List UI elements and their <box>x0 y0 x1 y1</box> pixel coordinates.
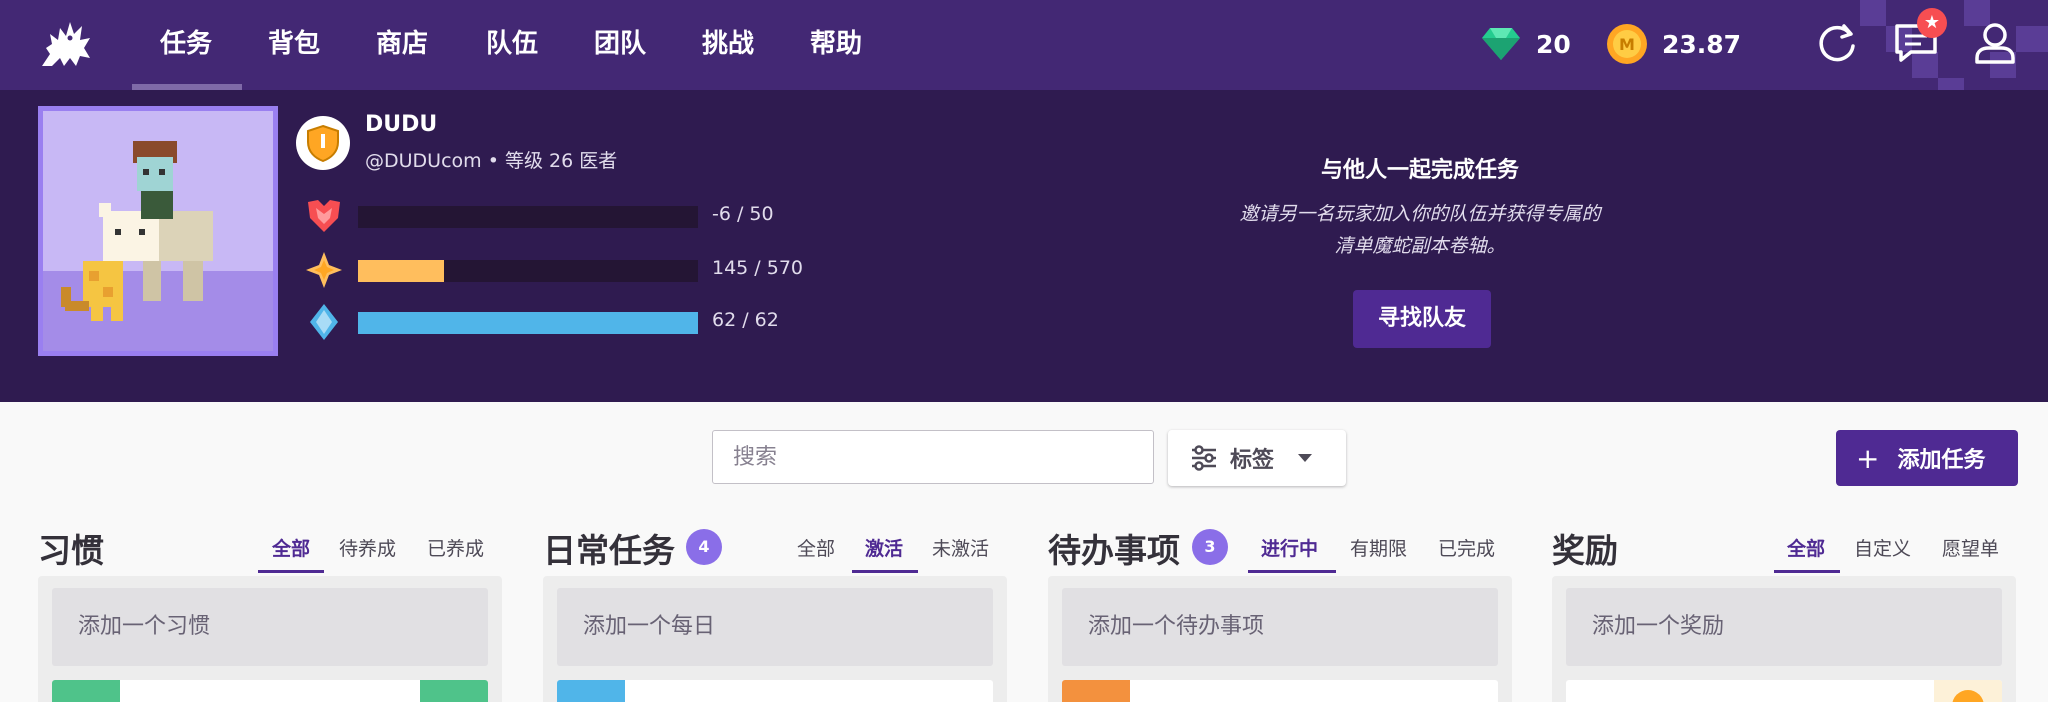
nav-pixel-decoration <box>1938 78 1964 90</box>
avatar[interactable] <box>38 106 278 356</box>
habits-title: 习惯 <box>38 531 104 570</box>
add-task-button[interactable]: + 添加任务 <box>1836 430 2018 486</box>
dailies-tab-due[interactable]: 激活 <box>865 534 903 561</box>
gem-counter[interactable]: 20 <box>1480 26 1571 62</box>
dailies-tab-not-due[interactable]: 未激活 <box>932 534 989 561</box>
nav-guilds[interactable]: 团队 <box>594 26 646 62</box>
experience-bar <box>358 260 698 282</box>
avatar-sprite-icon <box>61 141 213 321</box>
habits-tab-indicator <box>258 570 324 573</box>
sync-icon[interactable] <box>1814 20 1860 66</box>
experience-fill <box>358 260 445 282</box>
user-icon[interactable] <box>1972 20 2018 66</box>
experience-star-icon <box>306 252 342 288</box>
habits-tab-weak[interactable]: 待养成 <box>339 534 396 561</box>
nav-party[interactable]: 队伍 <box>486 26 538 62</box>
rewards-tab-indicator <box>1774 570 1840 573</box>
nav-inventory[interactable]: 背包 <box>268 26 320 62</box>
habit-minus-control[interactable] <box>52 680 120 702</box>
rewards-tab-wishlist[interactable]: 愿望单 <box>1942 534 1999 561</box>
gold-coin-icon <box>1952 690 1984 702</box>
todos-count-badge: 3 <box>1192 529 1228 565</box>
add-habit-input[interactable]: 添加一个习惯 <box>52 588 488 666</box>
username: DUDU <box>365 112 438 137</box>
filter-sliders-icon <box>1192 445 1216 471</box>
nav-shops[interactable]: 商店 <box>376 26 428 62</box>
habit-card[interactable] <box>52 680 488 702</box>
nav-help[interactable]: 帮助 <box>810 26 862 62</box>
habit-plus-control[interactable] <box>420 680 488 702</box>
tags-label: 标签 <box>1230 448 1275 473</box>
add-reward-input[interactable]: 添加一个奖励 <box>1566 588 2002 666</box>
add-task-label: 添加任务 <box>1897 448 1986 473</box>
mana-crystal-icon <box>310 304 338 340</box>
svg-text:M: M <box>1619 35 1635 54</box>
nav-challenges[interactable]: 挑战 <box>702 26 754 62</box>
daily-checkbox[interactable] <box>557 680 625 702</box>
dailies-title: 日常任务 <box>543 531 675 570</box>
daily-card[interactable] <box>557 680 993 702</box>
todos-tab-active[interactable]: 进行中 <box>1261 534 1318 561</box>
health-text: -6 / 50 <box>712 203 774 225</box>
gem-count: 20 <box>1536 29 1571 59</box>
todos-tab-scheduled[interactable]: 有期限 <box>1350 534 1407 561</box>
gem-icon <box>1482 28 1520 60</box>
plus-icon: + <box>1856 441 1880 475</box>
gold-amount: 23.87 <box>1662 29 1742 59</box>
todos-tab-complete[interactable]: 已完成 <box>1438 534 1495 561</box>
shield-icon <box>307 124 339 162</box>
notification-badge: ★ <box>1917 8 1947 38</box>
dailies-tab-indicator <box>852 570 918 573</box>
party-promo-line-1: 邀请另一名玩家加入你的队伍并获得专属的 <box>1239 203 1601 225</box>
reward-card[interactable] <box>1566 680 2002 702</box>
add-todo-input[interactable]: 添加一个待办事项 <box>1062 588 1498 666</box>
dailies-tab-all[interactable]: 全部 <box>797 534 835 561</box>
health-bar <box>358 206 698 228</box>
rewards-tab-custom[interactable]: 自定义 <box>1854 534 1911 561</box>
todos-title: 待办事项 <box>1048 531 1180 570</box>
gryphon-logo-icon[interactable] <box>36 14 96 74</box>
dailies-count-badge: 4 <box>686 529 722 565</box>
todo-card[interactable] <box>1062 680 1498 702</box>
user-meta: @DUDUcom • 等级 26 医者 <box>365 150 618 172</box>
nav-pixel-decoration <box>1860 0 1886 26</box>
gold-coin-icon: M <box>1607 24 1647 64</box>
mana-fill <box>358 312 698 334</box>
party-promo-line-2: 清单魔蛇副本卷轴。 <box>1334 235 1506 257</box>
party-promo-title: 与他人一起完成任务 <box>1320 158 1519 183</box>
top-nav: 任务 背包 商店 队伍 团队 挑战 帮助 20 M 23.87 ★ <box>0 0 2048 90</box>
todos-tab-indicator <box>1248 570 1336 573</box>
habits-tab-strong[interactable]: 已养成 <box>427 534 484 561</box>
find-party-button[interactable]: 寻找队友 <box>1353 290 1491 348</box>
nav-pixel-decoration <box>2016 26 2048 52</box>
nav-tasks[interactable]: 任务 <box>160 26 212 62</box>
reward-buy-control[interactable] <box>1934 680 2002 702</box>
add-daily-input[interactable]: 添加一个每日 <box>557 588 993 666</box>
gold-counter[interactable]: M 23.87 <box>1606 24 1742 64</box>
habits-tab-all[interactable]: 全部 <box>272 534 310 561</box>
todo-checkbox[interactable] <box>1062 680 1130 702</box>
healer-class-badge[interactable] <box>296 116 350 170</box>
health-heart-icon <box>308 200 340 232</box>
search-input[interactable] <box>712 430 1154 484</box>
experience-text: 145 / 570 <box>712 257 804 279</box>
party-promo-description: 邀请另一名玩家加入你的队伍并获得专属的 清单魔蛇副本卷轴。 <box>1180 198 1660 262</box>
mana-text: 62 / 62 <box>712 309 779 331</box>
mana-bar <box>358 312 698 334</box>
tags-filter-button[interactable]: 标签 <box>1168 430 1346 486</box>
rewards-tab-all[interactable]: 全部 <box>1787 534 1825 561</box>
rewards-title: 奖励 <box>1552 531 1618 570</box>
chevron-down-icon <box>1298 454 1313 462</box>
